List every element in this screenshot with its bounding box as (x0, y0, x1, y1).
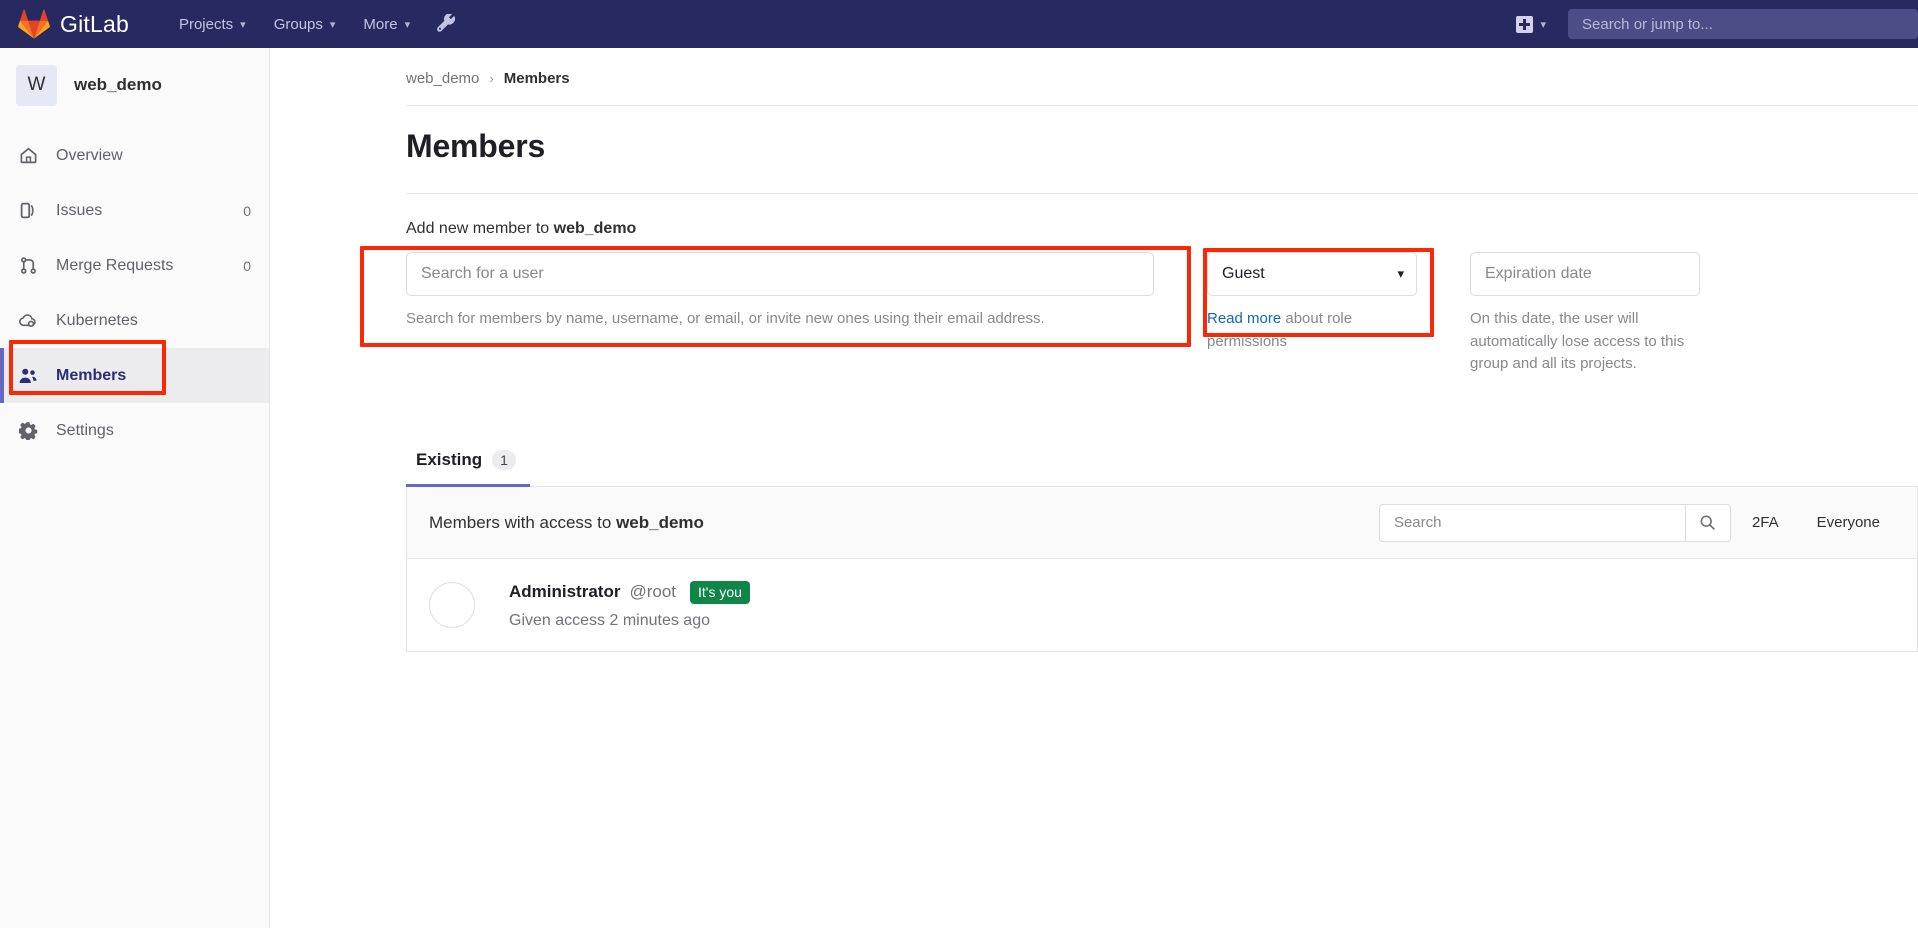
members-panel-heading-project: web_demo (616, 512, 704, 532)
merge-request-icon (18, 256, 38, 276)
chevron-down-icon: ▾ (1540, 18, 1546, 31)
global-search-input[interactable]: Search or jump to... (1568, 9, 1918, 39)
filter-2fa-button[interactable]: 2FA (1745, 504, 1796, 542)
expiration-date-placeholder: Expiration date (1485, 265, 1592, 282)
sidebar-item-members-label: Members (56, 366, 127, 384)
members-search-placeholder: Search (1393, 514, 1442, 532)
sidebar-project-name: web_demo (74, 75, 162, 94)
sidebar-item-merge-requests-count: 0 (243, 257, 251, 274)
navbar-links: Projects ▾ Groups ▾ More ▾ (165, 0, 457, 48)
global-search-placeholder: Search or jump to... (1582, 15, 1713, 33)
chevron-down-icon: ▾ (240, 18, 246, 31)
navbar-right: ▾ Search or jump to... (1516, 0, 1918, 48)
gitlab-brand-text: GitLab (60, 10, 129, 37)
avatar (429, 582, 475, 629)
members-tabs: Existing 1 (406, 438, 1918, 488)
chevron-down-icon: ▾ (329, 18, 336, 31)
role-select-value: Guest (1222, 265, 1265, 282)
breadcrumb-divider (406, 105, 1918, 106)
expiration-date-input[interactable]: Expiration date (1470, 252, 1700, 296)
main-content: web_demo › Members Members Add new membe… (270, 48, 1918, 928)
member-identity: Administrator @root It's you (509, 580, 750, 605)
filter-everyone-button[interactable]: Everyone (1810, 504, 1897, 542)
gitlab-logo-icon (18, 8, 50, 40)
sidebar-item-issues-count: 0 (243, 202, 251, 219)
gitlab-home-link[interactable]: GitLab (18, 8, 129, 40)
sidebar-item-merge-requests-label: Merge Requests (56, 256, 174, 274)
sidebar-item-members[interactable]: Members (0, 348, 269, 403)
nav-item-groups[interactable]: Groups ▾ (260, 0, 350, 48)
add-member-label: Add new member to web_demo (406, 220, 1918, 238)
tab-existing-badge: 1 (492, 449, 516, 471)
nav-item-projects[interactable]: Projects ▾ (165, 0, 260, 48)
breadcrumb-root-link[interactable]: web_demo (406, 70, 479, 87)
members-panel-heading-prefix: Members with access to (429, 512, 617, 532)
sidebar-item-overview[interactable]: Overview (0, 128, 269, 183)
chevron-down-icon: ▾ (404, 18, 411, 31)
breadcrumb: web_demo › Members (270, 48, 1918, 87)
members-search-button[interactable] (1685, 503, 1731, 542)
tab-existing-label: Existing (416, 449, 483, 469)
sidebar-item-settings[interactable]: Settings (0, 403, 269, 458)
wrench-icon (437, 13, 456, 32)
issues-icon (18, 201, 38, 221)
top-navbar: GitLab Projects ▾ Groups ▾ More ▾ ▾ Sear… (0, 0, 1918, 48)
tab-existing[interactable]: Existing 1 (406, 438, 530, 488)
search-icon (1700, 515, 1716, 531)
role-select[interactable]: Guest ▾ (1207, 252, 1417, 296)
kubernetes-icon (18, 311, 38, 331)
project-avatar: W (16, 64, 57, 106)
sidebar-item-kubernetes[interactable]: Kubernetes (0, 293, 269, 348)
add-member-label-project: web_demo (553, 220, 637, 237)
home-icon (18, 146, 38, 166)
member-access-meta: Given access 2 minutes ago (509, 612, 710, 630)
sidebar-item-merge-requests[interactable]: Merge Requests 0 (0, 238, 269, 293)
expiration-column: Expiration date On this date, the user w… (1470, 252, 1700, 376)
breadcrumb-current: Members (503, 70, 570, 87)
nav-item-more-label: More (363, 15, 398, 33)
breadcrumb-separator-icon: › (489, 71, 494, 86)
gear-icon (18, 421, 38, 441)
sidebar-project-header[interactable]: W web_demo (0, 48, 269, 122)
sidebar-item-kubernetes-label: Kubernetes (56, 311, 138, 329)
member-info: Administrator @root It's you Given acces… (509, 580, 750, 631)
nav-item-groups-label: Groups (273, 15, 323, 33)
create-new-button[interactable]: ▾ (1516, 15, 1546, 33)
chevron-down-icon: ▾ (1397, 266, 1404, 281)
add-member-form: Search for a user Search for members by … (406, 252, 1918, 376)
user-search-placeholder: Search for a user (421, 265, 544, 282)
add-member-label-prefix: Add new member to (406, 220, 554, 237)
project-sidebar: W web_demo Overview Issues 0 Merge Reque… (0, 48, 270, 928)
members-panel-heading: Members with access to web_demo (429, 513, 704, 533)
filter-everyone-label: Everyone (1816, 514, 1880, 532)
sidebar-item-settings-label: Settings (56, 421, 114, 439)
members-panel: Members with access to web_demo Search 2… (406, 487, 1918, 653)
user-search-input[interactable]: Search for a user (406, 252, 1154, 296)
nav-item-more[interactable]: More ▾ (349, 0, 424, 48)
nav-item-projects-label: Projects (178, 15, 234, 33)
sidebar-nav-list: Overview Issues 0 Merge Requests 0 Kuber… (0, 128, 269, 458)
admin-tools-button[interactable] (436, 13, 457, 35)
status-badge: It's you (690, 580, 750, 605)
plus-square-icon (1516, 15, 1534, 33)
members-icon (18, 366, 38, 386)
member-name[interactable]: Administrator (509, 582, 620, 602)
members-search-input[interactable]: Search (1378, 503, 1686, 542)
user-search-column: Search for a user Search for members by … (406, 252, 1154, 331)
sidebar-item-issues-label: Issues (56, 201, 103, 219)
role-permissions-link[interactable]: Read more (1207, 310, 1281, 327)
role-column: Guest ▾ Read more about role permissions (1207, 252, 1417, 353)
role-help: Read more about role permissions (1207, 308, 1417, 353)
page-title-divider (406, 193, 1918, 194)
user-search-help: Search for members by name, username, or… (406, 310, 1045, 327)
member-username[interactable]: @root (629, 582, 676, 602)
sidebar-item-overview-label: Overview (56, 146, 123, 164)
members-panel-header: Members with access to web_demo Search 2… (407, 487, 1917, 560)
sidebar-item-issues[interactable]: Issues 0 (0, 183, 269, 238)
filter-2fa-label: 2FA (1751, 514, 1779, 532)
page-title: Members (406, 128, 546, 164)
table-row: Administrator @root It's you Given acces… (407, 559, 1917, 651)
expiration-help: On this date, the user will automaticall… (1470, 310, 1685, 372)
